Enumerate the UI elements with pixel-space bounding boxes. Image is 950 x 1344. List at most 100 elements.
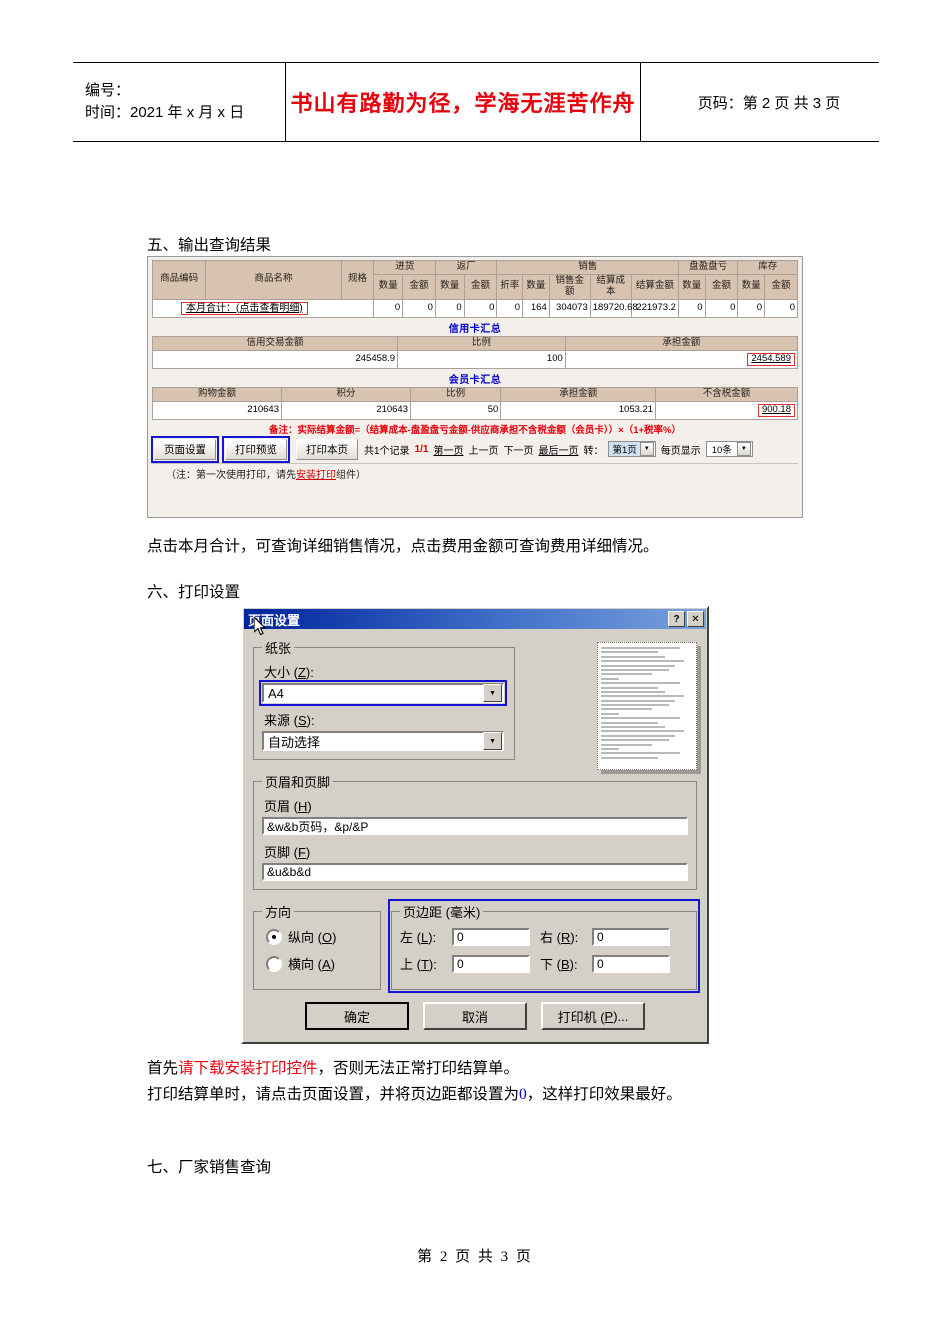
header-label-a: 页眉 ( [264, 799, 298, 814]
margin-left-value: 0 [457, 929, 464, 944]
printer-button[interactable]: 打印机 (P)... [541, 1002, 645, 1030]
header-slogan-cell: 书山有路勤为径，学海无涯苦作舟 [286, 63, 641, 141]
landscape-radio[interactable] [266, 955, 282, 972]
th-product-code: 商品编码 [151, 260, 207, 300]
cell-6: 304073 [548, 298, 591, 318]
paper-source-combo[interactable]: 自动选择 ▼ [262, 731, 504, 751]
per-page-select[interactable]: 10条 ▼ [705, 441, 753, 458]
paper-preview-thumbnail [597, 642, 697, 770]
page-setup-button[interactable]: 页面设置 [151, 435, 219, 463]
per-page-label: 每页显示 [660, 445, 701, 457]
month-total-link[interactable]: 本月合计：(点击查看明细) [181, 301, 308, 316]
th-product-name: 商品名称 [205, 260, 342, 300]
margin-top-row: 上 (T): 0 [400, 954, 530, 973]
print-page-button[interactable]: 打印本页 [296, 438, 358, 460]
header-time-label: 时间：2021 年 x 月 x 日 [85, 104, 245, 121]
next-page-link[interactable]: 下一页 [503, 442, 533, 457]
paper-group: 纸张 大小 (Z): A4 ▼ 来源 (S): 自动选择 ▼ [253, 638, 515, 760]
cell-11: 0 [737, 298, 766, 318]
footer-input[interactable]: &u&b&d [262, 863, 688, 881]
credit-amount-value: 245458.9 [151, 349, 399, 369]
member-extax-value[interactable]: 900.18 [757, 403, 795, 417]
install-note-b: 组件） [336, 469, 366, 481]
th-sub-3: 金额 [463, 273, 498, 300]
close-icon[interactable]: ✕ [687, 611, 704, 627]
paper-size-combo[interactable]: A4 ▼ [259, 680, 507, 706]
member-points-value: 210643 [281, 400, 411, 420]
print-preview-button[interactable]: 打印预览 [222, 435, 290, 463]
th-sub-2: 数量 [434, 273, 465, 300]
margin-right-input[interactable]: 0 [592, 927, 670, 946]
member-header-row: 购物金额 积分 比例 承担金额 不含税金额 [152, 386, 798, 402]
header-footer-group: 页眉和页脚 页眉 (H) &w&b页码，&p/&P 页脚 (F) &u&b&d [253, 772, 697, 890]
remark-text: 备注：实际结算金额=（结算成本-盘盈盘亏金额-供应商承担不含税金额（会员卡））×… [269, 424, 681, 436]
goto-page-select[interactable]: 第1页 ▼ [608, 441, 656, 458]
install-plugin-link[interactable]: 安装打印 [296, 470, 336, 481]
member-summary-title: 会员卡汇总 [448, 374, 502, 386]
header-slogan: 书山有路勤为径，学海无涯苦作舟 [290, 91, 636, 117]
cancel-button[interactable]: 取消 [423, 1002, 527, 1030]
ok-button[interactable]: 确定 [305, 1002, 409, 1030]
portrait-label: 纵向 (O) [288, 927, 336, 946]
goto-label: 转： [583, 445, 604, 457]
th-sub-11: 数量 [737, 273, 766, 300]
header-label-b: ) [307, 799, 312, 814]
goto-page-value: 第1页 [609, 442, 640, 457]
margin-right-label-a: 右 ( [540, 930, 561, 945]
margin-bottom-accesskey: B [560, 957, 570, 972]
margin-left-label-a: 左 ( [400, 930, 421, 945]
paper-size-label-a: 大小 ( [264, 665, 298, 680]
portrait-radio-row[interactable]: 纵向 (O) [266, 927, 372, 946]
margin-bottom-row: 下 (B): 0 [540, 954, 670, 973]
section-heading-six: 六、打印设置 [147, 584, 241, 601]
cell-3: 0 [463, 298, 498, 318]
margin-left-label-b: ): [428, 930, 437, 945]
dialog-footer-buttons: 确定 取消 打印机 (P)... [243, 1002, 707, 1030]
help-icon[interactable]: ? [668, 611, 685, 627]
download-plugin-link[interactable]: 请下载安装打印控件 [178, 1060, 318, 1077]
cell-10: 0 [704, 298, 739, 318]
paper-size-label-b: ): [305, 665, 314, 680]
prev-page-link[interactable]: 上一页 [468, 442, 498, 457]
portrait-label-b: ) [332, 930, 337, 945]
margin-top-label: 上 (T): [400, 954, 452, 973]
page-setup-dialog: 页面设置 ? ✕ 纸张 大小 (Z): A4 ▼ 来源 (S): 自动选择 ▼ … [241, 606, 709, 1044]
member-ratio-value: 50 [409, 400, 502, 420]
header-accesskey: H [297, 799, 308, 814]
printer-accesskey: P [604, 1008, 614, 1024]
th-sub-5: 数量 [522, 273, 550, 300]
paragraph-after-table: 点击本月合计，可查询详细销售情况，点击费用金额可查询费用详细情况。 [147, 538, 659, 555]
cell-9: 0 [677, 298, 706, 318]
chevron-down-icon-source[interactable]: ▼ [483, 732, 502, 750]
page-header-band: 编号： 时间：2021 年 x 月 x 日 书山有路勤为径，学海无涯苦作舟 页码… [73, 62, 879, 142]
chevron-down-icon-size[interactable]: ▼ [483, 684, 502, 702]
printer-label-a: 打印机 ( [557, 1009, 605, 1025]
th-spec: 规格 [340, 260, 375, 300]
header-footer-legend: 页眉和页脚 [265, 775, 331, 790]
header-left-cell: 编号： 时间：2021 年 x 月 x 日 [73, 63, 286, 141]
cell-7: 189720.68 [589, 298, 638, 318]
first-page-link[interactable]: 第一页 [433, 442, 463, 457]
margin-right-label: 右 (R): [540, 927, 592, 946]
landscape-radio-row[interactable]: 横向 (A) [266, 954, 372, 973]
credit-value-row: 245458.9 100 2454.589 [151, 349, 799, 369]
dialog-title-bar[interactable]: 页面设置 ? ✕ [244, 609, 706, 636]
portrait-radio[interactable] [266, 928, 282, 945]
credit-header-row: 信用交易金额 比例 承担金额 [151, 335, 799, 351]
tip-line-2: 打印结算单时，请点击页面设置，并将页边距都设置为0，这样打印效果最好。 [147, 1082, 682, 1108]
chevron-down-icon-2: ▼ [736, 442, 751, 457]
result-toolbar: 页面设置 打印预览 打印本页 共1个记录 1/1 第一页 上一页 下一页 最后一… [151, 435, 798, 463]
footer-accesskey: F [297, 845, 306, 860]
cell-0: 0 [373, 298, 404, 318]
margin-top-input[interactable]: 0 [452, 954, 530, 973]
credit-bear-value[interactable]: 2454.589 [747, 352, 795, 366]
th-sub-6: 销售金额 [548, 273, 591, 300]
header-input[interactable]: &w&b页码，&p/&P [262, 817, 688, 835]
margin-bottom-input[interactable]: 0 [592, 954, 670, 973]
member-shopping-value: 210643 [152, 400, 282, 420]
portrait-label-a: 纵向 ( [288, 930, 322, 945]
margin-left-input[interactable]: 0 [452, 927, 530, 946]
paper-source-label: 来源 (S): [264, 710, 506, 729]
footer-label: 页脚 (F) [264, 842, 688, 861]
last-page-link[interactable]: 最后一页 [538, 442, 578, 457]
